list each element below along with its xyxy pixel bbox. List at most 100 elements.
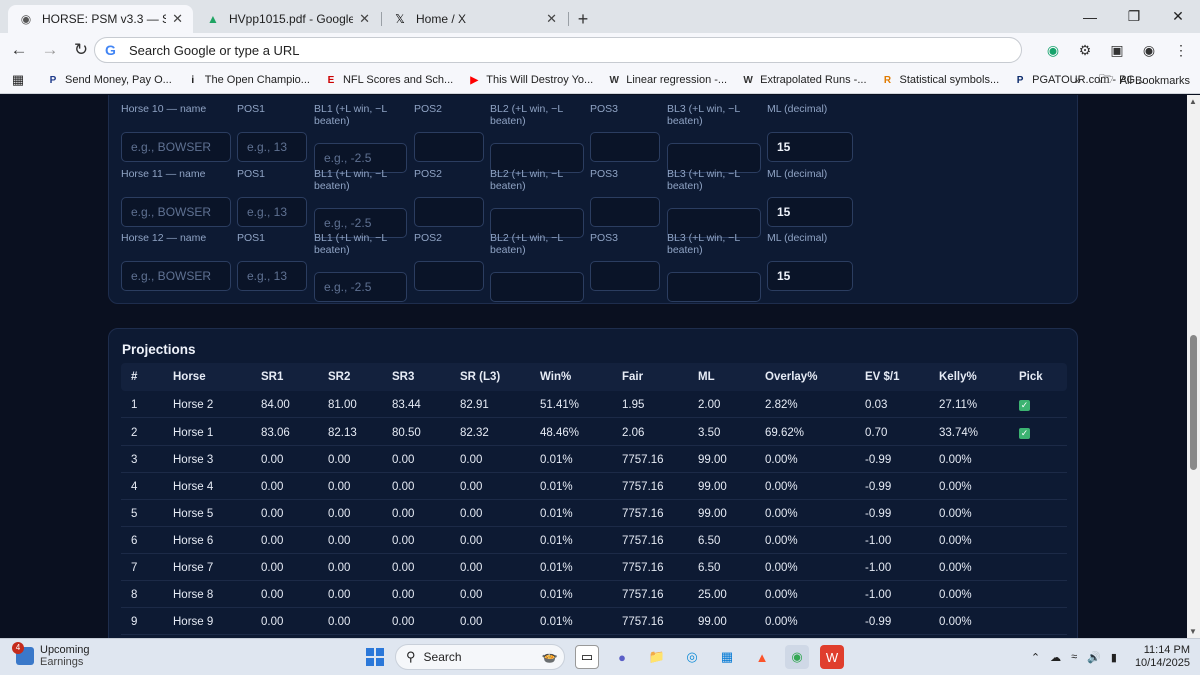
- projections-header: # Horse SR1 SR2 SR3 SR (L3) Win% Fair ML Overlay%…: [121, 363, 1067, 391]
- reload-icon[interactable]: ↻: [67, 36, 95, 64]
- page-scrollbar[interactable]: ▲ ▼: [1187, 95, 1200, 638]
- ml-input[interactable]: 15: [767, 261, 853, 291]
- extensions-icon[interactable]: ⚙: [1074, 37, 1096, 63]
- table-row[interactable]: 1 Horse 2 84.00 81.00 83.44 82.91 51.41% 1.95 2.…: [121, 391, 1067, 418]
- table-row[interactable]: 4 Horse 4 0.00 0.00 0.00 0.00 0.01% 7757.16 99.0…: [121, 473, 1067, 500]
- bookmarks-overflow-icon[interactable]: »: [1075, 75, 1081, 87]
- table-cell: 7757.16: [622, 481, 664, 493]
- table-cell: 4: [131, 481, 138, 493]
- address-bar[interactable]: G Search Google or type a URL: [94, 37, 1022, 63]
- apps-grid-icon[interactable]: ▦: [0, 72, 36, 88]
- restore-icon[interactable]: ❐: [1112, 0, 1156, 33]
- pos1-input[interactable]: e.g., 13: [237, 197, 307, 227]
- minimize-icon[interactable]: —: [1068, 0, 1112, 33]
- bookmark-item[interactable]: W Extrapolated Runs -...: [741, 73, 866, 87]
- clock[interactable]: 11:14 PM 10/14/2025: [1135, 644, 1190, 670]
- taskbar-search-label: Search: [423, 650, 462, 664]
- tab-search-icon[interactable]: ▣: [1106, 37, 1128, 63]
- name-input[interactable]: e.g., BOWSER: [121, 261, 231, 291]
- table-row[interactable]: 6 Horse 6 0.00 0.00 0.00 0.00 0.01% 7757.16 6.50…: [121, 527, 1067, 554]
- browser-tab[interactable]: ◉ HORSE: PSM v3.3 — SR × ODM ✕: [8, 5, 193, 33]
- bl1-input[interactable]: e.g., -2.5: [314, 272, 407, 302]
- taskbar-search[interactable]: ⚲ Search 🍲: [395, 644, 565, 670]
- ml-input[interactable]: 15: [767, 197, 853, 227]
- pos3-input[interactable]: [590, 132, 660, 162]
- table-row[interactable]: 5 Horse 5 0.00 0.00 0.00 0.00 0.01% 7757.16 99.0…: [121, 500, 1067, 527]
- column-header: SR (L3): [460, 371, 501, 383]
- bookmark-item[interactable]: R Statistical symbols...: [881, 73, 999, 87]
- close-tab-icon[interactable]: ✕: [359, 11, 370, 27]
- battery-icon[interactable]: ▮: [1111, 651, 1117, 664]
- close-tab-icon[interactable]: ✕: [546, 11, 557, 27]
- ml-input[interactable]: 15: [767, 132, 853, 162]
- wifi-icon[interactable]: ≈: [1071, 651, 1077, 663]
- new-tab-icon[interactable]: +: [569, 5, 597, 33]
- table-row[interactable]: 7 Horse 7 0.00 0.00 0.00 0.00 0.01% 7757.16 6.50…: [121, 554, 1067, 581]
- table-cell: 0.00: [261, 481, 284, 493]
- table-cell: 25.00: [698, 589, 727, 601]
- table-cell: 0.00: [460, 454, 483, 466]
- ml-label: ML (decimal): [767, 103, 828, 115]
- table-row[interactable]: 3 Horse 3 0.00 0.00 0.00 0.00 0.01% 7757.16 99.0…: [121, 446, 1067, 473]
- brave-icon[interactable]: ▲: [750, 645, 774, 669]
- onedrive-icon[interactable]: ☁: [1050, 651, 1061, 664]
- table-cell: 0.00: [460, 508, 483, 520]
- more-menu-icon[interactable]: ⋮: [1170, 37, 1192, 63]
- bl1-label: BL1 (+L win, −L beaten): [314, 232, 387, 256]
- bl3-input[interactable]: [667, 272, 761, 302]
- scroll-up-icon[interactable]: ▲: [1189, 97, 1197, 106]
- table-row[interactable]: 2 Horse 1 83.06 82.13 80.50 82.32 48.46% 2.06 3.…: [121, 419, 1067, 446]
- news-widget[interactable]: 4 Upcoming Earnings: [12, 642, 90, 668]
- horse-entry-row: Horse 12 — name e.g., BOWSER POS1 e.g., 13 B…: [109, 232, 1079, 302]
- grammarly-icon[interactable]: ◉: [1042, 37, 1064, 63]
- bookmark-item[interactable]: i The Open Champio...: [186, 73, 310, 87]
- table-cell: -0.99: [865, 616, 892, 628]
- pos2-input[interactable]: [414, 261, 484, 291]
- table-row[interactable]: 9 Horse 9 0.00 0.00 0.00 0.00 0.01% 7757.16 99.0…: [121, 608, 1067, 635]
- browser-tab[interactable]: 𝕏 Home / X ✕: [382, 5, 569, 33]
- scrollbar-thumb[interactable]: [1190, 335, 1197, 470]
- windows-start-icon[interactable]: [366, 648, 384, 666]
- column-header: SR2: [328, 371, 351, 383]
- pos2-input[interactable]: [414, 132, 484, 162]
- chrome-icon[interactable]: ◉: [785, 645, 809, 669]
- edge-icon[interactable]: ◎: [680, 645, 704, 669]
- wps-office-icon[interactable]: W: [820, 645, 844, 669]
- pos3-input[interactable]: [590, 197, 660, 227]
- teams-icon[interactable]: ●: [610, 645, 634, 669]
- task-view-icon[interactable]: ▭: [575, 645, 599, 669]
- scroll-down-icon[interactable]: ▼: [1189, 627, 1197, 636]
- column-header: EV $/1: [865, 371, 900, 383]
- name-input[interactable]: e.g., BOWSER: [121, 132, 231, 162]
- tray-overflow-icon[interactable]: ⌃: [1031, 651, 1040, 664]
- bookmark-item[interactable]: W Linear regression -...: [607, 73, 727, 87]
- close-window-icon[interactable]: ✕: [1156, 0, 1200, 33]
- microsoft-store-icon[interactable]: ▦: [715, 645, 739, 669]
- bl2-input[interactable]: [490, 272, 584, 302]
- browser-tab[interactable]: ▲ HVpp1015.pdf - Google Drive ✕: [195, 5, 382, 33]
- close-tab-icon[interactable]: ✕: [172, 11, 183, 27]
- pos1-input[interactable]: e.g., 13: [237, 132, 307, 162]
- volume-icon[interactable]: 🔊: [1087, 651, 1101, 664]
- horse-name-label: Horse 11 — name: [121, 168, 206, 180]
- all-bookmarks-button[interactable]: 🗁 All Bookmarks: [1099, 70, 1190, 91]
- tab-separator: [568, 12, 569, 26]
- bookmark-item[interactable]: E NFL Scores and Sch...: [324, 73, 454, 87]
- pos3-input[interactable]: [590, 261, 660, 291]
- back-arrow-icon[interactable]: ←: [5, 36, 33, 64]
- table-cell: 0.00: [261, 616, 284, 628]
- table-cell: 81.00: [328, 399, 357, 411]
- pinned-apps: ▭ ● 📁 ◎ ▦ ▲ ◉ W: [575, 645, 844, 669]
- table-cell: Horse 6: [173, 535, 214, 547]
- file-explorer-icon[interactable]: 📁: [645, 645, 669, 669]
- pos2-input[interactable]: [414, 197, 484, 227]
- bookmark-item[interactable]: P Send Money, Pay O...: [46, 73, 172, 87]
- bookmark-item[interactable]: ▶ This Will Destroy Yo...: [467, 73, 593, 87]
- projections-title: Projections: [122, 342, 196, 357]
- name-input[interactable]: e.g., BOWSER: [121, 197, 231, 227]
- table-row[interactable]: 8 Horse 8 0.00 0.00 0.00 0.00 0.01% 7757.16 25.0…: [121, 581, 1067, 608]
- pos1-input[interactable]: e.g., 13: [237, 261, 307, 291]
- column-header: Horse: [173, 371, 206, 383]
- forward-arrow-icon[interactable]: →: [36, 36, 64, 64]
- profile-avatar[interactable]: ◉: [1138, 37, 1160, 63]
